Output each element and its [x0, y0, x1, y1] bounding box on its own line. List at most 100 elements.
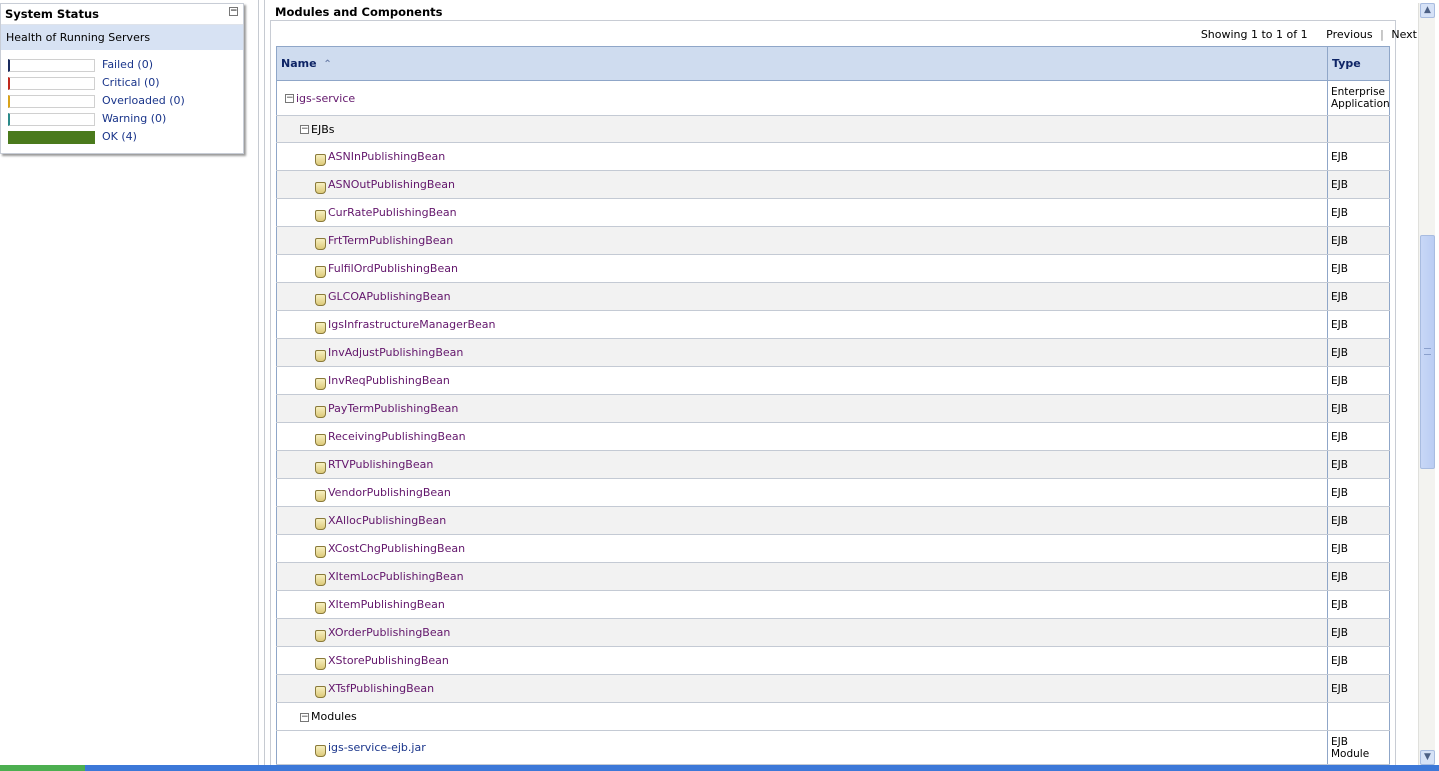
table-row: XAllocPublishingBean EJB — [276, 506, 1390, 535]
table-row: IgsInfrastructureManagerBean EJB — [276, 310, 1390, 339]
component-type: EJB — [1331, 346, 1348, 359]
table-header-row: Name ⌃ Type — [276, 46, 1390, 81]
component-link[interactable]: InvReqPublishingBean — [328, 374, 450, 387]
app-link[interactable]: igs-service — [296, 92, 355, 105]
table-row: ASNOutPublishingBean EJB — [276, 170, 1390, 199]
app-type-line2: Application — [1331, 98, 1390, 110]
component-link[interactable]: XCostChgPublishingBean — [328, 542, 465, 555]
table-row: igs-service-ejb.jar EJB Module — [276, 730, 1390, 765]
component-type: EJB — [1331, 262, 1348, 275]
bean-icon — [315, 434, 326, 446]
table-row: ASNInPublishingBean EJB — [276, 142, 1390, 171]
component-link[interactable]: PayTermPublishingBean — [328, 402, 458, 415]
pager-separator: | — [1380, 28, 1384, 41]
component-link[interactable]: FulfilOrdPublishingBean — [328, 262, 458, 275]
health-link[interactable]: OK (4) — [102, 130, 137, 143]
component-type: EJB — [1331, 598, 1348, 611]
collapse-toggle-icon[interactable]: − — [285, 94, 294, 103]
component-link[interactable]: RTVPublishingBean — [328, 458, 433, 471]
bean-icon — [315, 658, 326, 670]
component-link[interactable]: GLCOAPublishingBean — [328, 290, 451, 303]
table-row: XTsfPublishingBean EJB — [276, 674, 1390, 703]
component-type: EJB — [1331, 514, 1348, 527]
bean-icon — [315, 350, 326, 362]
component-link[interactable]: XItemPublishingBean — [328, 598, 445, 611]
column-header-name[interactable]: Name ⌃ — [276, 46, 1328, 81]
bean-icon — [315, 322, 326, 334]
sort-ascending-icon[interactable]: ⌃ — [323, 59, 331, 70]
component-type: EJB — [1331, 542, 1348, 555]
component-link[interactable]: igs-service-ejb.jar — [328, 741, 426, 754]
component-link[interactable]: XStorePublishingBean — [328, 654, 449, 667]
collapse-icon[interactable]: − — [229, 7, 238, 16]
pager-previous-link[interactable]: Previous — [1326, 28, 1373, 41]
component-type: EJB — [1331, 682, 1348, 695]
component-type: EJB — [1331, 570, 1348, 583]
component-link[interactable]: ReceivingPublishingBean — [328, 430, 466, 443]
bean-icon — [315, 745, 326, 757]
system-status-title: System Status — [5, 7, 99, 21]
health-link[interactable]: Failed (0) — [102, 58, 153, 71]
health-bar — [8, 131, 95, 144]
health-row: OK (4) — [8, 130, 238, 144]
component-link[interactable]: InvAdjustPublishingBean — [328, 346, 463, 359]
table-row: InvReqPublishingBean EJB — [276, 366, 1390, 395]
health-row: Failed (0) — [8, 58, 238, 72]
table-row: XStorePublishingBean EJB — [276, 646, 1390, 675]
component-type: EJB — [1331, 206, 1348, 219]
system-status-header: System Status − — [1, 4, 243, 25]
health-bar — [8, 59, 95, 72]
component-link[interactable]: XItemLocPublishingBean — [328, 570, 464, 583]
bean-icon — [315, 154, 326, 166]
scroll-down-arrow-icon[interactable]: ▼ — [1420, 750, 1435, 765]
scroll-thumb[interactable] — [1420, 235, 1435, 469]
pager-next-link[interactable]: Next — [1391, 28, 1417, 41]
table-row: GLCOAPublishingBean EJB — [276, 282, 1390, 311]
table-row: ReceivingPublishingBean EJB — [276, 422, 1390, 451]
component-type: EJB — [1331, 150, 1348, 163]
column-header-type[interactable]: Type — [1327, 46, 1390, 81]
bean-icon — [315, 406, 326, 418]
bean-icon — [315, 630, 326, 642]
pane-divider[interactable] — [258, 0, 259, 771]
pager: Showing 1 to 1 of 1 Previous | Next — [1201, 28, 1417, 41]
ejbs-group-label: EJBs — [311, 122, 335, 136]
bean-icon — [315, 518, 326, 530]
bean-icon — [315, 574, 326, 586]
component-link[interactable]: XAllocPublishingBean — [328, 514, 446, 527]
health-row: Overloaded (0) — [8, 94, 238, 108]
bean-icon — [315, 182, 326, 194]
component-type: EJB — [1331, 290, 1348, 303]
status-strip — [0, 765, 1439, 771]
component-link[interactable]: CurRatePublishingBean — [328, 206, 457, 219]
table-row-modules-group: − Modules — [276, 702, 1390, 731]
component-type: EJB — [1331, 178, 1348, 191]
component-link[interactable]: XOrderPublishingBean — [328, 626, 450, 639]
component-type: EJB — [1331, 374, 1348, 387]
component-link[interactable]: IgsInfrastructureManagerBean — [328, 318, 495, 331]
collapse-toggle-icon[interactable]: − — [300, 125, 309, 134]
component-link[interactable]: ASNInPublishingBean — [328, 150, 445, 163]
component-link[interactable]: FrtTermPublishingBean — [328, 234, 453, 247]
table-row: InvAdjustPublishingBean EJB — [276, 338, 1390, 367]
table-row: CurRatePublishingBean EJB — [276, 198, 1390, 227]
health-link[interactable]: Warning (0) — [102, 112, 166, 125]
collapse-toggle-icon[interactable]: − — [300, 712, 309, 722]
health-link[interactable]: Critical (0) — [102, 76, 160, 89]
pane-divider-inner — [264, 0, 265, 771]
component-link[interactable]: ASNOutPublishingBean — [328, 178, 455, 191]
component-type: EJB — [1331, 430, 1348, 443]
table-row-app: − igs-service Enterprise Application — [276, 80, 1390, 116]
component-link[interactable]: VendorPublishingBean — [328, 486, 451, 499]
component-type: EJB — [1331, 735, 1348, 748]
table-row: FrtTermPublishingBean EJB — [276, 226, 1390, 255]
vertical-scrollbar[interactable]: ▲ ▼ — [1418, 3, 1435, 765]
health-row: Warning (0) — [8, 112, 238, 126]
health-link[interactable]: Overloaded (0) — [102, 94, 185, 107]
scroll-up-arrow-icon[interactable]: ▲ — [1420, 3, 1435, 18]
health-bar — [8, 95, 95, 108]
grip-icon — [1424, 348, 1431, 355]
component-link[interactable]: XTsfPublishingBean — [328, 682, 434, 695]
table-row: XItemLocPublishingBean EJB — [276, 562, 1390, 591]
table-row: XItemPublishingBean EJB — [276, 590, 1390, 619]
